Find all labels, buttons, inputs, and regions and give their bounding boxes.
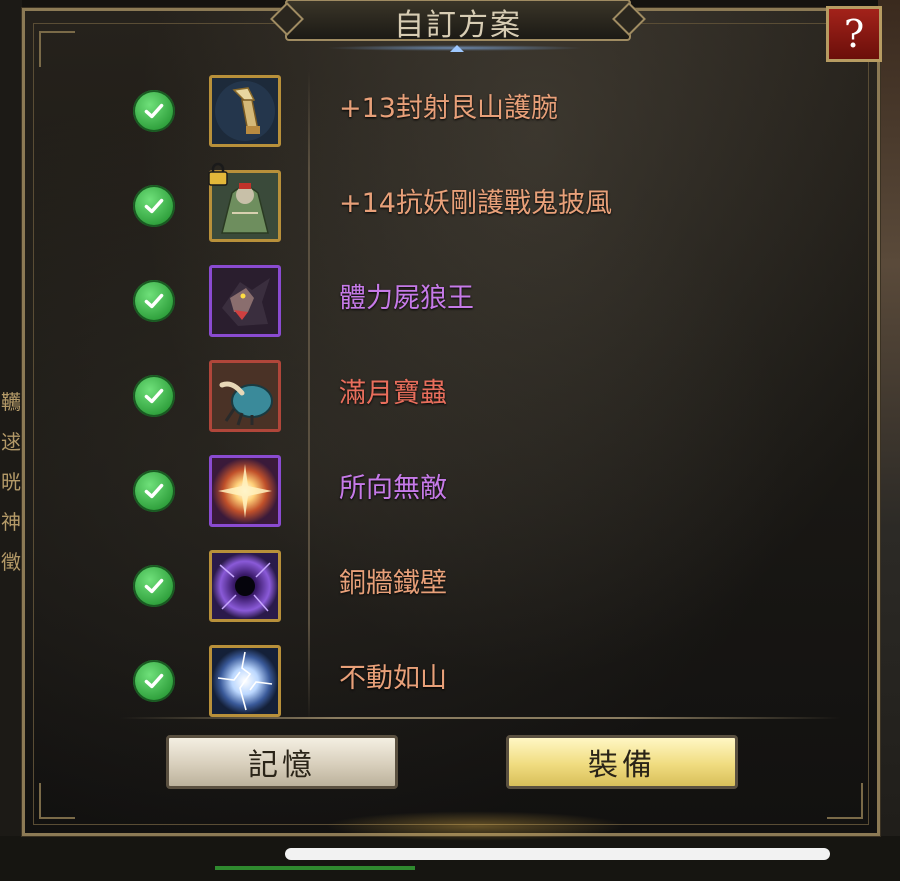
frame-corner-ornament	[827, 783, 863, 819]
help-button[interactable]: ?	[826, 6, 882, 62]
check-icon[interactable]	[133, 185, 175, 227]
beetle-icon[interactable]	[209, 360, 281, 432]
list-item[interactable]: 體力屍狼王	[115, 255, 895, 350]
side-char: 韉	[1, 390, 21, 414]
list-divider	[120, 717, 840, 719]
equipment-list: +13封射艮山護腕 +14抗妖剛護戰鬼披風 體力屍狼王 滿月寶蟲 所向無敵 銅牆…	[115, 65, 895, 730]
item-label: 滿月寶蟲	[339, 378, 447, 409]
title-arrow-icon	[450, 45, 464, 52]
lightning-orb-icon[interactable]	[209, 645, 281, 717]
dialog-title: 自訂方案	[394, 8, 522, 43]
check-icon[interactable]	[133, 280, 175, 322]
list-item[interactable]: 不動如山	[115, 635, 895, 730]
progress-strip	[215, 866, 415, 870]
equip-button[interactable]: 裝備	[506, 735, 738, 789]
custom-plan-dialog: 自訂方案 +13封射艮山護腕 +14抗妖剛護戰鬼披風 體力屍狼王 滿月寶蟲 所向…	[21, 0, 881, 841]
item-label: 所向無敵	[339, 473, 447, 504]
item-label: 體力屍狼王	[339, 283, 474, 314]
item-label: 銅牆鐵壁	[339, 568, 447, 599]
title-plate: 自訂方案	[285, 0, 631, 43]
frame-corner-ornament	[39, 783, 75, 819]
side-char: 晄	[1, 470, 21, 494]
item-label: 不動如山	[339, 663, 447, 694]
bracer-icon[interactable]	[209, 75, 281, 147]
side-char: 徵	[1, 550, 21, 574]
list-item[interactable]: 銅牆鐵壁	[115, 540, 895, 635]
home-indicator[interactable]	[285, 848, 830, 860]
side-char: 逑	[1, 430, 21, 454]
check-icon[interactable]	[133, 565, 175, 607]
side-char: 神	[1, 510, 21, 534]
item-label: +14抗妖剛護戰鬼披風	[339, 188, 612, 219]
bottom-glow	[325, 811, 625, 841]
list-item[interactable]: 所向無敵	[115, 445, 895, 540]
wolf-icon[interactable]	[209, 265, 281, 337]
frame-corner-ornament	[39, 31, 75, 67]
list-item[interactable]: +14抗妖剛護戰鬼披風	[115, 160, 895, 255]
burst-icon[interactable]	[209, 455, 281, 527]
list-item[interactable]: 滿月寶蟲	[115, 350, 895, 445]
check-icon[interactable]	[133, 470, 175, 512]
lock-icon	[208, 162, 228, 186]
item-label: +13封射艮山護腕	[339, 93, 558, 124]
list-item[interactable]: +13封射艮山護腕	[115, 65, 895, 160]
vortex-icon[interactable]	[209, 550, 281, 622]
check-icon[interactable]	[133, 90, 175, 132]
background-side-text: 韉 逑 晄 神 徵	[0, 40, 22, 680]
check-icon[interactable]	[133, 375, 175, 417]
check-icon[interactable]	[133, 660, 175, 702]
memory-button[interactable]: 記憶	[166, 735, 398, 789]
